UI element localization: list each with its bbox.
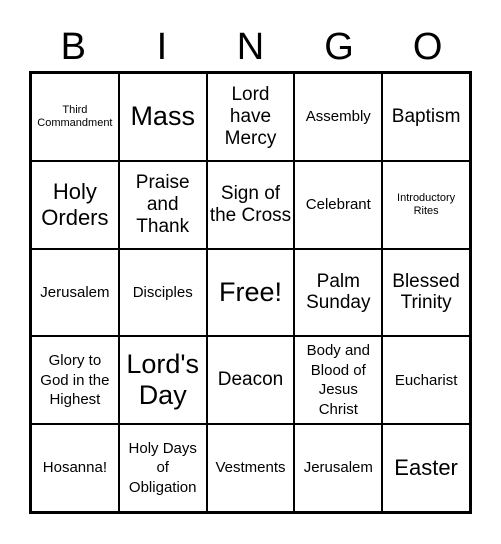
bingo-cell[interactable]: Assembly [294,73,383,161]
bingo-cell[interactable]: Palm Sunday [294,248,383,337]
header-letter-g: G [324,26,354,68]
header-letter-n: N [236,26,265,68]
bingo-cell[interactable]: Introductory Rites [382,160,470,249]
bingo-cell[interactable]: Celebrant [294,160,383,249]
bingo-cell[interactable]: Jerusalem [294,424,383,512]
header-letter-b: B [60,26,86,68]
bingo-cell[interactable]: Vestments [206,424,295,512]
bingo-cell[interactable]: Holy Days of Obligation [118,424,207,512]
bingo-cell[interactable]: Hosanna! [31,424,119,512]
bingo-cell[interactable]: Body and Blood of Jesus Christ [294,336,383,425]
bingo-cell[interactable]: Lord have Mercy [206,73,295,161]
bingo-cell[interactable]: Third Commandment [31,73,119,161]
bingo-cell[interactable]: Holy Orders [31,160,119,249]
bingo-cell[interactable]: Free! [206,248,295,337]
bingo-cell[interactable]: Jerusalem [31,248,119,337]
bingo-cell[interactable]: Eucharist [382,336,470,425]
bingo-cell[interactable]: Lord's Day [118,336,207,425]
bingo-cell[interactable]: Sign of the Cross [206,160,295,249]
bingo-cell[interactable]: Deacon [206,336,295,425]
bingo-cell[interactable]: Mass [118,73,207,161]
bingo-cell[interactable]: Blessed Trinity [382,248,470,337]
bingo-cell[interactable]: Praise and Thank [118,160,207,249]
header-letter-i: I [156,26,168,68]
bingo-cell[interactable]: Baptism [382,73,470,161]
bingo-cell[interactable]: Glory to God in the Highest [31,336,119,425]
bingo-cell[interactable]: Disciples [118,248,207,337]
header-letter-o: O [412,26,443,68]
bingo-header: B I N G O [29,24,472,70]
bingo-card-grid: Third Commandment Mass Lord have Mercy Asse… [29,71,472,514]
bingo-cell[interactable]: Easter [382,424,470,512]
